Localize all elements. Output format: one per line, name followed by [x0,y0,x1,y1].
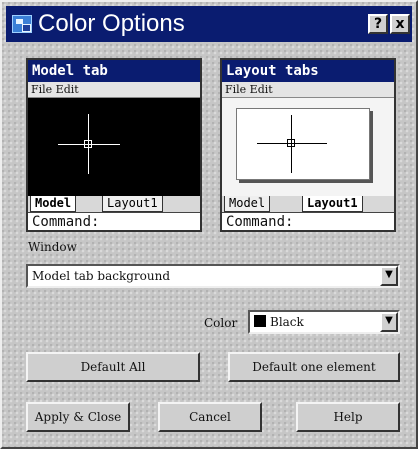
layout-preview-canvas[interactable] [222,98,394,196]
cancel-button[interactable]: Cancel [158,402,262,432]
pickbox-icon [84,140,92,148]
window-label: Window [28,240,77,254]
model-tab-preview[interactable]: Model tab File Edit Model Layout1 Comman… [26,58,202,232]
chevron-down-icon[interactable]: ▼ [380,312,398,332]
model-preview-canvas[interactable] [28,98,200,196]
help-button[interactable]: Help [296,402,400,432]
model-preview-tabbar: Model Layout1 [28,196,200,212]
default-all-button[interactable]: Default All [26,352,200,382]
color-select[interactable]: Black ▼ [248,310,400,334]
chevron-down-icon[interactable]: ▼ [380,266,398,286]
default-one-element-button[interactable]: Default one element [228,352,400,382]
tab-layout1[interactable]: Layout1 [102,196,163,212]
model-preview-command: Command: [28,212,200,230]
model-preview-title: Model tab [28,60,200,82]
layout-preview-menu: File Edit [222,82,394,98]
close-button[interactable]: x [390,14,410,34]
layout-preview-tabbar: Model Layout1 [222,196,394,212]
app-icon [12,15,32,33]
tab-model[interactable]: Model [224,196,271,212]
window-element-select[interactable]: Model tab background ▼ [26,264,400,288]
layout-preview-command: Command: [222,212,394,230]
color-value: Black [270,315,304,329]
window-element-value: Model tab background [32,269,171,283]
layout-paper [236,108,370,180]
apply-close-button[interactable]: Apply & Close [26,402,130,432]
color-swatch [254,315,266,327]
color-label: Color [204,316,238,330]
title-bar[interactable]: Color Options ? x [6,6,412,42]
tab-layout1[interactable]: Layout1 [302,196,363,212]
help-title-button[interactable]: ? [368,14,388,34]
model-preview-menu: File Edit [28,82,200,98]
layout-tab-preview[interactable]: Layout tabs File Edit Model Layout1 Comm… [220,58,396,232]
pickbox-icon [287,139,295,147]
tab-model[interactable]: Model [30,196,77,212]
color-options-dialog: Color Options ? x Model tab File Edit Mo… [0,0,418,449]
window-title: Color Options [38,10,185,37]
layout-preview-title: Layout tabs [222,60,394,82]
